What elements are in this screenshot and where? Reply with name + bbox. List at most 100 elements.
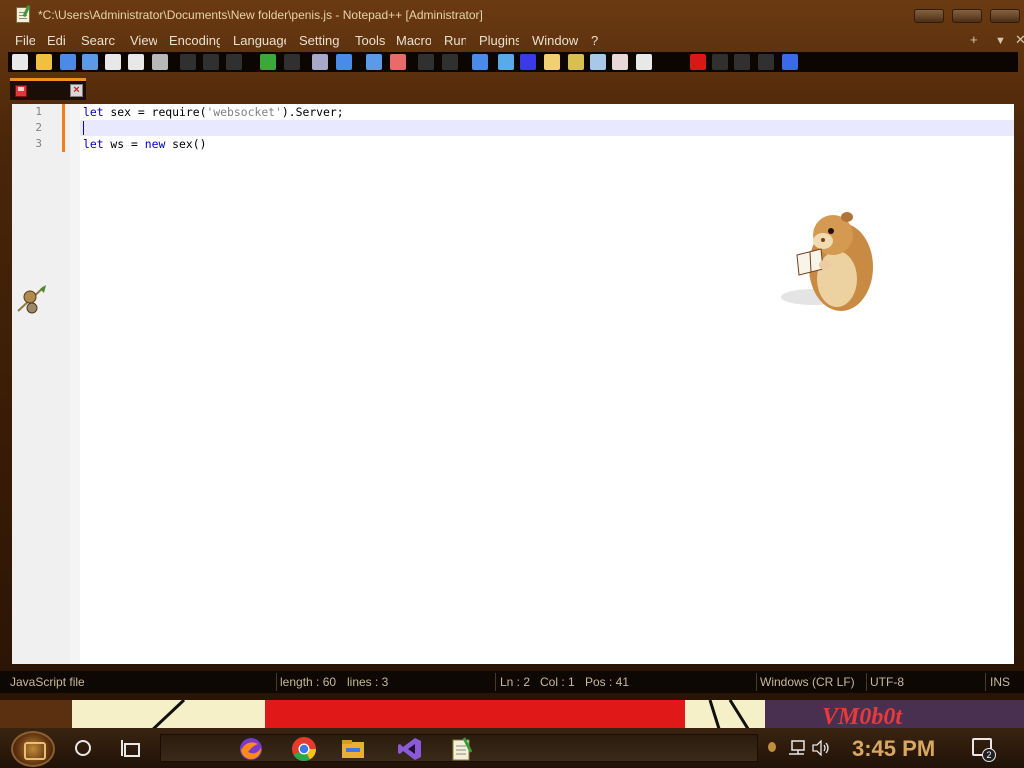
status-encoding[interactable]: UTF-8 (870, 675, 904, 689)
menu-run[interactable]: Run (444, 33, 466, 48)
menu-plugins[interactable]: Plugins (479, 33, 519, 48)
word-wrap-icon[interactable] (472, 54, 488, 70)
chrome-icon[interactable] (291, 736, 317, 762)
wallpaper-logo: VM0b0t (822, 704, 903, 730)
save-all-icon[interactable] (82, 54, 98, 70)
file-explorer-icon[interactable] (340, 736, 366, 762)
visual-studio-icon[interactable] (397, 736, 423, 762)
menu-encoding[interactable]: Encoding (169, 33, 220, 48)
taskbar: 3:45 PM 2 (0, 728, 1024, 768)
open-file-icon[interactable] (36, 54, 52, 70)
menu-bar: File Edi Searc View Encoding Language Se… (0, 32, 1024, 50)
start-button[interactable] (11, 731, 55, 767)
doc-map-icon[interactable] (568, 54, 584, 70)
udl-icon[interactable] (544, 54, 560, 70)
text-caret (83, 121, 84, 135)
minimize-button[interactable] (914, 9, 944, 23)
zoom-in-icon[interactable] (366, 54, 382, 70)
title-bar[interactable]: *C:\Users\Administrator\Documents\New fo… (0, 0, 1024, 32)
volume-icon[interactable] (812, 740, 830, 756)
pin-tool-icon[interactable] (14, 283, 48, 317)
status-pos: Pos : 41 (585, 675, 630, 689)
maximize-button[interactable] (952, 9, 982, 23)
sync-h-icon[interactable] (442, 54, 458, 70)
menu-settings[interactable]: Setting (299, 33, 342, 48)
firefox-icon[interactable] (238, 736, 264, 762)
change-history-marker (62, 104, 65, 120)
zoom-out-icon[interactable] (390, 54, 406, 70)
window-title: *C:\Users\Administrator\Documents\New fo… (38, 8, 483, 22)
tab-list-icon[interactable]: ▼ (995, 35, 1006, 47)
status-ln: Ln : 2 (500, 675, 531, 689)
line-number: 1 (35, 105, 42, 118)
new-file-icon[interactable] (12, 54, 28, 70)
line-number: 3 (35, 137, 42, 150)
code-editor[interactable]: 1 let sex = require('websocket').Server; 2… (12, 104, 1014, 664)
record-macro-icon[interactable] (690, 54, 706, 70)
print-icon[interactable] (152, 54, 168, 70)
menu-file[interactable]: File (15, 33, 35, 48)
unsaved-icon (15, 85, 27, 97)
indent-guide-icon[interactable] (520, 54, 536, 70)
save-icon[interactable] (60, 54, 76, 70)
network-icon[interactable] (788, 740, 806, 756)
menu-language[interactable]: Language (233, 33, 286, 48)
close-icon[interactable] (105, 54, 121, 70)
close-window-button[interactable] (990, 9, 1020, 23)
status-col: Col : 1 (540, 675, 575, 689)
monitoring-icon[interactable] (636, 54, 652, 70)
fold-margin[interactable] (70, 104, 80, 664)
run-macro-multiple-icon[interactable] (758, 54, 774, 70)
save-macro-icon[interactable] (782, 54, 798, 70)
sync-v-icon[interactable] (418, 54, 434, 70)
tab-penis-js[interactable]: × (10, 78, 86, 100)
undo-icon[interactable] (260, 54, 276, 70)
tab-close-button[interactable]: × (70, 84, 83, 97)
cut-icon[interactable] (180, 54, 196, 70)
close-doc-icon[interactable]: ✕ (1015, 32, 1024, 48)
status-lines: lines : 3 (347, 675, 389, 689)
find-icon[interactable] (312, 54, 328, 70)
status-mode[interactable]: INS (990, 675, 1010, 689)
menu-view[interactable]: View (130, 33, 157, 48)
notepadpp-window: *C:\Users\Administrator\Documents\New fo… (0, 0, 1024, 700)
close-all-icon[interactable] (128, 54, 144, 70)
copy-icon[interactable] (203, 54, 219, 70)
notepadpp-icon[interactable] (449, 736, 475, 762)
code-line[interactable]: let sex = require('websocket').Server; (83, 105, 344, 119)
line-number: 2 (35, 121, 42, 134)
current-line-highlight (80, 120, 1014, 136)
play-macro-icon[interactable] (734, 54, 750, 70)
paste-icon[interactable] (226, 54, 242, 70)
menu-macro[interactable]: Macro (396, 33, 431, 48)
tray-overflow-icon[interactable] (768, 742, 776, 752)
add-tab-icon[interactable]: + (970, 32, 978, 47)
change-history-marker (62, 136, 65, 152)
menu-search[interactable]: Searc (81, 33, 117, 48)
tab-bar: × (8, 78, 1018, 100)
status-file-type: JavaScript file (10, 675, 85, 689)
show-all-chars-icon[interactable] (498, 54, 514, 70)
taskbar-clock[interactable]: 3:45 PM (852, 736, 935, 762)
redo-icon[interactable] (284, 54, 300, 70)
task-view-icon[interactable] (121, 740, 140, 757)
toolbar (8, 52, 1018, 72)
change-history-marker (62, 120, 65, 136)
window-controls (914, 9, 1020, 23)
status-length: length : 60 (280, 675, 337, 689)
folder-as-workspace-icon[interactable] (612, 54, 628, 70)
menu-tools[interactable]: Tools (355, 33, 385, 48)
notification-count-badge: 2 (982, 748, 996, 762)
menu-edit[interactable]: Edi (47, 33, 67, 48)
stop-macro-icon[interactable] (712, 54, 728, 70)
cortana-icon[interactable] (75, 740, 91, 756)
status-eol[interactable]: Windows (CR LF) (760, 675, 855, 689)
replace-icon[interactable] (336, 54, 352, 70)
notepadpp-icon (16, 7, 30, 23)
menu-help[interactable]: ? (591, 33, 601, 48)
code-line[interactable]: let ws = new sex() (83, 137, 206, 151)
line-number-gutter (12, 104, 70, 664)
hamster-assistant-icon[interactable] (775, 205, 885, 317)
function-list-icon[interactable] (590, 54, 606, 70)
menu-window[interactable]: Window (532, 33, 578, 48)
